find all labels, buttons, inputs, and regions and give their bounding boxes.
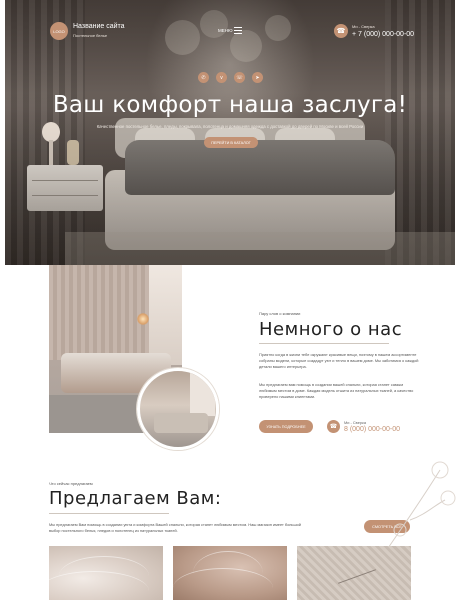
site-name[interactable]: Название сайта xyxy=(73,23,125,30)
phone-icon[interactable]: ☎ xyxy=(327,420,340,433)
logo-text: LOGO xyxy=(53,28,65,34)
hero-shade xyxy=(5,0,455,265)
divider xyxy=(49,513,169,514)
product-card-image[interactable] xyxy=(173,546,287,600)
hero-description: Качественное постельное белье, пледы, по… xyxy=(96,124,364,129)
product-card-image[interactable] xyxy=(297,546,411,600)
about-paragraph: Мы предлагаем вам помощь в создании ваше… xyxy=(259,382,414,399)
about-pretitle: Пару слов о компании xyxy=(259,311,301,316)
social-links: ✆ v ☏ ➤ xyxy=(198,72,263,83)
offer-title: Предлагаем Вам: xyxy=(49,488,222,509)
telegram-icon[interactable]: ➤ xyxy=(252,72,263,83)
vk-icon[interactable]: v xyxy=(216,72,227,83)
phone-note: Ми - Сверка xyxy=(352,24,375,29)
about-round-photo xyxy=(137,368,219,450)
menu-label[interactable]: МЕНЮ xyxy=(218,28,233,33)
about-title: Немного о нас xyxy=(259,319,403,340)
phone-note: Ми - Сверка xyxy=(344,420,366,425)
divider xyxy=(259,343,389,344)
product-card-image[interactable] xyxy=(49,546,163,600)
offer-pretitle: Что сейчас предлагаем xyxy=(49,481,93,486)
site-subtitle: Постельное белье xyxy=(73,33,108,38)
phone-icon[interactable]: ☎ xyxy=(334,24,348,38)
hamburger-menu-icon[interactable] xyxy=(234,27,242,34)
learn-more-button[interactable]: УЗНАТЬ ПОДРОБНЕЕ xyxy=(259,420,313,433)
about-paragraph: Приятно когда в жизни тебе окружают крас… xyxy=(259,352,419,369)
whatsapp-icon[interactable]: ✆ xyxy=(198,72,209,83)
offer-description: Мы предлагаем Вам помощь в создании уюта… xyxy=(49,522,301,533)
header-phone-number[interactable]: + 7 (000) 000-00-00 xyxy=(352,31,414,38)
logo-icon[interactable]: LOGO xyxy=(50,22,68,40)
hero-title: Ваш комфорт наша заслуга! xyxy=(52,92,408,118)
about-phone-number[interactable]: 8 (000) 000-00-00 xyxy=(344,426,400,433)
catalog-button[interactable]: ПЕРЕЙТИ В КАТАЛОГ xyxy=(204,137,258,148)
viber-icon[interactable]: ☏ xyxy=(234,72,245,83)
hero-banner xyxy=(5,0,455,265)
